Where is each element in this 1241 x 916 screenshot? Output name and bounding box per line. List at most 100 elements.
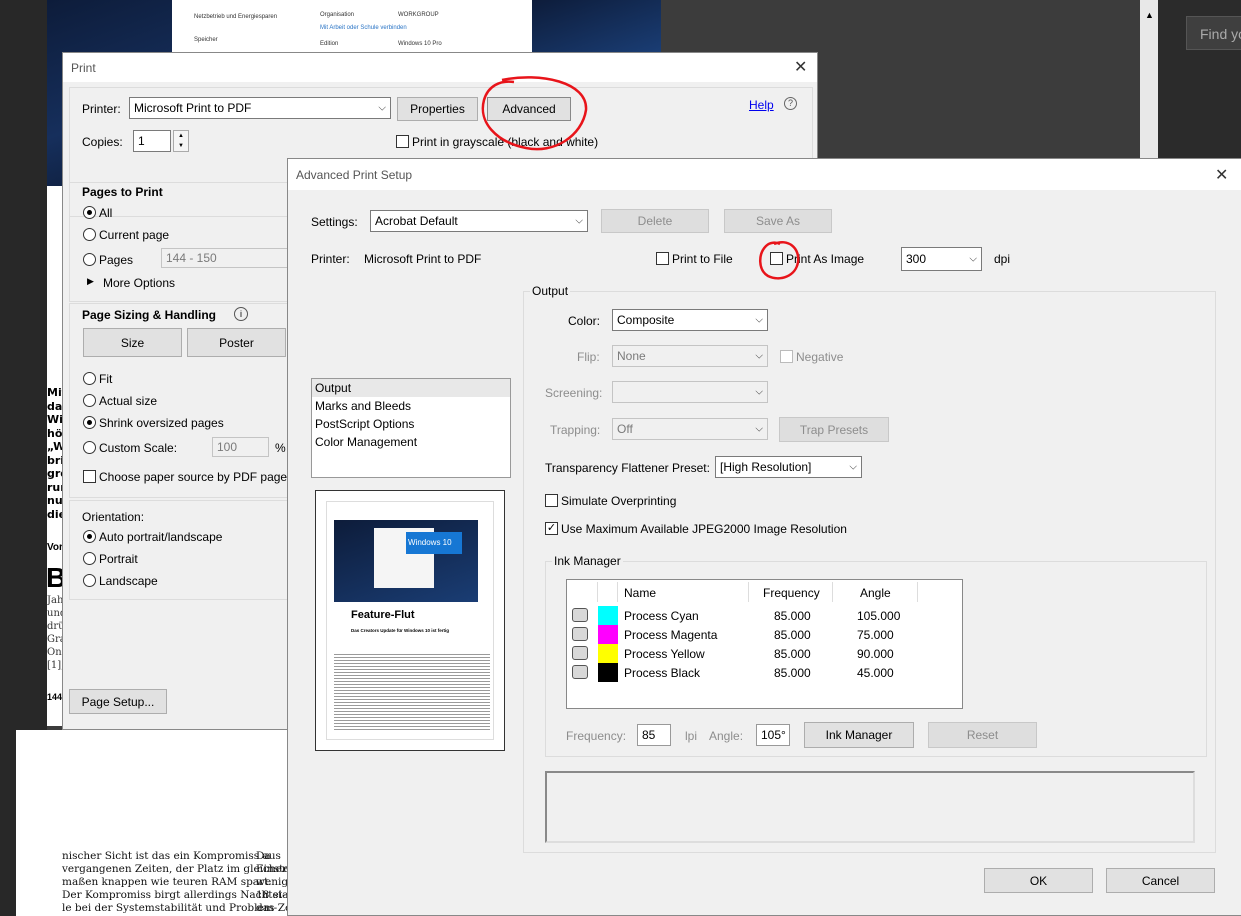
- cancel-button[interactable]: Cancel: [1106, 868, 1215, 893]
- frequency-input[interactable]: 85: [637, 724, 671, 746]
- ink-row[interactable]: Process Yellow 85.000 90.000: [567, 644, 962, 663]
- shrink-radio[interactable]: [83, 416, 96, 429]
- custom-scale-input[interactable]: 100: [212, 437, 269, 457]
- all-radio[interactable]: [83, 206, 96, 219]
- trapping-select[interactable]: Off ⌵: [612, 418, 768, 440]
- custom-scale-radio[interactable]: [83, 441, 96, 454]
- actual-size-radio[interactable]: [83, 394, 96, 407]
- preview-page: Windows 10 Feature-Flut Das Creators Upd…: [326, 501, 494, 740]
- page-setup-button[interactable]: Page Setup...: [69, 689, 167, 714]
- close-icon[interactable]: ✕: [794, 57, 807, 77]
- header-angle[interactable]: Angle: [860, 586, 891, 600]
- landscape-radio[interactable]: [83, 574, 96, 587]
- current-page-radio[interactable]: [83, 228, 96, 241]
- angle-input[interactable]: 105°: [756, 724, 790, 746]
- landscape-label: Landscape: [99, 574, 158, 588]
- ink-row[interactable]: Process Magenta 85.000 75.000: [567, 625, 962, 644]
- settings-item: Speicher: [194, 37, 218, 43]
- save-as-button[interactable]: Save As: [724, 209, 832, 233]
- ok-button[interactable]: OK: [984, 868, 1093, 893]
- more-options-label[interactable]: More Options: [103, 276, 175, 290]
- printer-select-value: Microsoft Print to PDF: [134, 101, 252, 115]
- settings-select[interactable]: Acrobat Default ⌵: [370, 210, 588, 232]
- settings-select-value: Acrobat Default: [375, 214, 458, 228]
- printer-icon[interactable]: [572, 627, 588, 641]
- auto-orientation-radio[interactable]: [83, 530, 96, 543]
- triangle-right-icon[interactable]: ▶: [87, 276, 94, 287]
- ink-row[interactable]: Process Black 85.000 45.000: [567, 663, 962, 682]
- screening-label: Screening:: [545, 386, 603, 400]
- paper-source-checkbox[interactable]: [83, 470, 96, 483]
- ink-name: Process Cyan: [624, 609, 699, 623]
- pages-radio[interactable]: [83, 253, 96, 266]
- negative-label: Negative: [796, 350, 844, 364]
- printer-select[interactable]: Microsoft Print to PDF ⌵: [129, 97, 391, 119]
- print-to-file-label: Print to File: [672, 252, 733, 266]
- print-titlebar: Print ✕: [63, 53, 817, 82]
- copies-stepper[interactable]: ▲ ▼: [173, 130, 189, 152]
- all-label: All: [99, 206, 113, 220]
- current-page-label: Current page: [99, 228, 170, 242]
- advanced-dialog-title: Advanced Print Setup: [296, 168, 413, 182]
- dpi-select[interactable]: 300 ⌵: [901, 247, 982, 271]
- help-link[interactable]: Help: [749, 98, 774, 112]
- portrait-radio[interactable]: [83, 552, 96, 565]
- poster-button[interactable]: Poster: [187, 328, 286, 357]
- article-line: vergangenen Zeiten, der Platz im gleiche…: [62, 863, 291, 875]
- category-item[interactable]: Output: [312, 379, 510, 397]
- article-line: nischer Sicht ist das ein Kompromiss aus: [62, 850, 281, 862]
- close-icon[interactable]: ✕: [1215, 165, 1228, 185]
- category-item[interactable]: PostScript Options: [312, 415, 510, 433]
- header-divider: [597, 582, 598, 602]
- printer-icon[interactable]: [572, 646, 588, 660]
- output-group-title: Output: [530, 284, 571, 298]
- size-button[interactable]: Size: [83, 328, 182, 357]
- printer-icon[interactable]: [572, 608, 588, 622]
- help-icon[interactable]: ?: [784, 97, 797, 110]
- flattener-select[interactable]: [High Resolution] ⌵: [715, 456, 862, 478]
- ink-name: Process Black: [624, 666, 701, 680]
- print-to-file-checkbox[interactable]: [656, 252, 669, 265]
- windows-logo-text: Windows 10: [408, 538, 452, 547]
- reset-button[interactable]: Reset: [928, 722, 1037, 748]
- article-line: maßen knappen wie teuren RAM spart.: [62, 876, 272, 888]
- ink-manager-button[interactable]: Ink Manager: [804, 722, 914, 748]
- screening-select[interactable]: ⌵: [612, 381, 768, 403]
- ink-manager-group-title: Ink Manager: [552, 554, 623, 568]
- page-preview: Windows 10 Feature-Flut Das Creators Upd…: [315, 490, 505, 751]
- page-setup-label: Page Setup...: [81, 694, 155, 709]
- custom-scale-label: Custom Scale:: [99, 441, 178, 455]
- negative-checkbox[interactable]: [780, 350, 793, 363]
- color-select[interactable]: Composite ⌵: [612, 309, 768, 331]
- delete-button[interactable]: Delete: [601, 209, 709, 233]
- description-area: [545, 771, 1195, 843]
- header-name[interactable]: Name: [624, 586, 656, 600]
- fit-radio[interactable]: [83, 372, 96, 385]
- jpeg2000-checkbox[interactable]: ✓: [545, 522, 558, 535]
- printer-icon[interactable]: [572, 665, 588, 679]
- ink-swatch: [598, 663, 618, 682]
- category-list: Output Marks and Bleeds PostScript Options…: [311, 378, 511, 478]
- info-icon[interactable]: i: [234, 307, 248, 321]
- trap-presets-button[interactable]: Trap Presets: [779, 417, 889, 442]
- find-input[interactable]: Find yo: [1186, 16, 1241, 50]
- ink-frequency: 85.000: [774, 609, 811, 623]
- color-label: Color:: [568, 314, 601, 328]
- header-frequency[interactable]: Frequency: [763, 586, 820, 600]
- category-item[interactable]: Marks and Bleeds: [312, 397, 510, 415]
- grayscale-checkbox[interactable]: [396, 135, 409, 148]
- properties-button[interactable]: Properties: [397, 97, 478, 121]
- scrollbar[interactable]: ▲: [1140, 0, 1158, 160]
- chevron-down-icon: ⌵: [969, 253, 977, 265]
- cancel-label: Cancel: [1141, 873, 1180, 888]
- pages-input[interactable]: 144 - 150: [161, 248, 291, 268]
- copies-input[interactable]: 1: [133, 130, 171, 152]
- flip-select[interactable]: None ⌵: [612, 345, 768, 367]
- simulate-overprinting-checkbox[interactable]: [545, 494, 558, 507]
- chevron-down-icon: ⌵: [755, 386, 763, 398]
- ink-row[interactable]: Process Cyan 85.000 105.000: [567, 606, 962, 625]
- article-line: le bei der Systemstabilität und Problem-: [62, 902, 278, 914]
- scroll-up-icon[interactable]: ▲: [1145, 10, 1154, 20]
- header-divider: [748, 582, 749, 602]
- category-item[interactable]: Color Management: [312, 433, 510, 451]
